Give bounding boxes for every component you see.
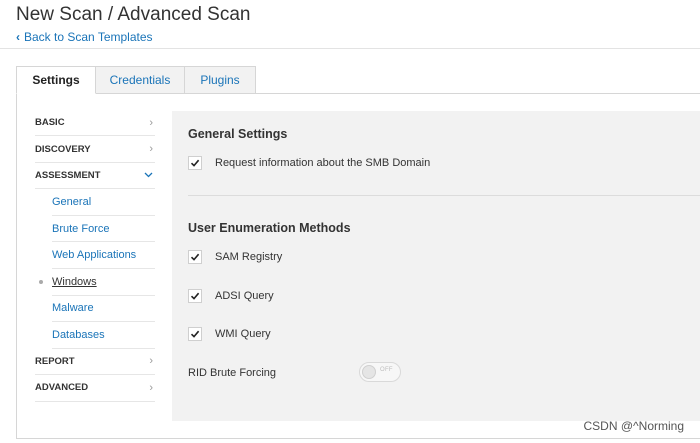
sidebar-item-label: ADVANCED [35,382,89,394]
tab-credentials[interactable]: Credentials [95,66,185,94]
general-settings-heading: General Settings [188,127,288,141]
sidebar-subitem-databases[interactable]: Databases [52,322,155,349]
sidebar-item-basic[interactable]: BASIC › [35,110,155,137]
wmi-query-checkbox[interactable] [188,327,202,341]
adsi-query-option: ADSI Query [188,289,274,303]
tab-plugins[interactable]: Plugins [184,66,256,94]
chevron-right-icon: › [149,143,153,156]
windows-settings-content: General Settings Request information abo… [172,111,700,421]
settings-panel: BASIC › DISCOVERY › ASSESSMENT General B… [16,93,700,439]
sam-registry-checkbox[interactable] [188,250,202,264]
sidebar-item-label: DISCOVERY [35,143,91,155]
page-title: New Scan / Advanced Scan [16,4,251,25]
watermark: CSDN @^Norming [583,419,685,433]
wmi-query-option: WMI Query [188,327,271,341]
sidebar-subitem-malware[interactable]: Malware [52,296,155,323]
chevron-down-icon [144,170,153,180]
back-to-scan-templates-link[interactable]: ‹ Back to Scan Templates [16,30,153,44]
checkmark-icon [190,292,200,300]
chevron-right-icon: › [149,381,153,394]
sidebar-item-assessment[interactable]: ASSESSMENT [35,163,155,190]
checkmark-icon [190,253,200,261]
sidebar-subitem-general[interactable]: General [52,189,155,216]
adsi-query-label: ADSI Query [215,290,274,302]
sidebar-subitem-web-applications[interactable]: Web Applications [52,242,155,269]
tab-bar: Settings Credentials Plugins [16,66,256,94]
chevron-right-icon: › [149,116,153,129]
sidebar-subitem-brute-force[interactable]: Brute Force [52,216,155,243]
back-link-label: Back to Scan Templates [24,30,153,44]
section-divider [188,195,700,196]
rid-brute-forcing-toggle[interactable]: OFF [359,362,401,382]
sidebar-item-report[interactable]: REPORT › [35,349,155,376]
sidebar-subitem-label: Windows [52,275,97,288]
sam-registry-option: SAM Registry [188,250,282,264]
sidebar-item-advanced[interactable]: ADVANCED › [35,375,155,402]
checkmark-icon [190,330,200,338]
tab-settings[interactable]: Settings [16,66,96,94]
sidebar-item-label: REPORT [35,355,75,367]
chevron-left-icon: ‹ [16,30,20,44]
settings-sidebar: BASIC › DISCOVERY › ASSESSMENT General B… [35,110,155,402]
chevron-right-icon: › [149,355,153,368]
wmi-query-label: WMI Query [215,328,271,340]
sidebar-subitem-windows[interactable]: Windows [39,269,155,296]
checkmark-icon [190,159,200,167]
current-item-dot-icon [39,279,43,284]
user-enumeration-heading: User Enumeration Methods [188,221,351,235]
rid-brute-forcing-label: RID Brute Forcing [188,367,277,379]
header-divider [0,48,700,49]
sam-registry-label: SAM Registry [215,251,283,263]
smb-domain-label: Request information about the SMB Domain [215,157,431,169]
smb-domain-option: Request information about the SMB Domain [188,156,430,170]
toggle-state-text: OFF [380,367,393,373]
smb-domain-checkbox[interactable] [188,156,202,170]
sidebar-item-discovery[interactable]: DISCOVERY › [35,136,155,163]
adsi-query-checkbox[interactable] [188,289,202,303]
sidebar-item-label: ASSESSMENT [35,169,101,181]
toggle-knob [362,365,376,379]
sidebar-item-label: BASIC [35,117,65,129]
